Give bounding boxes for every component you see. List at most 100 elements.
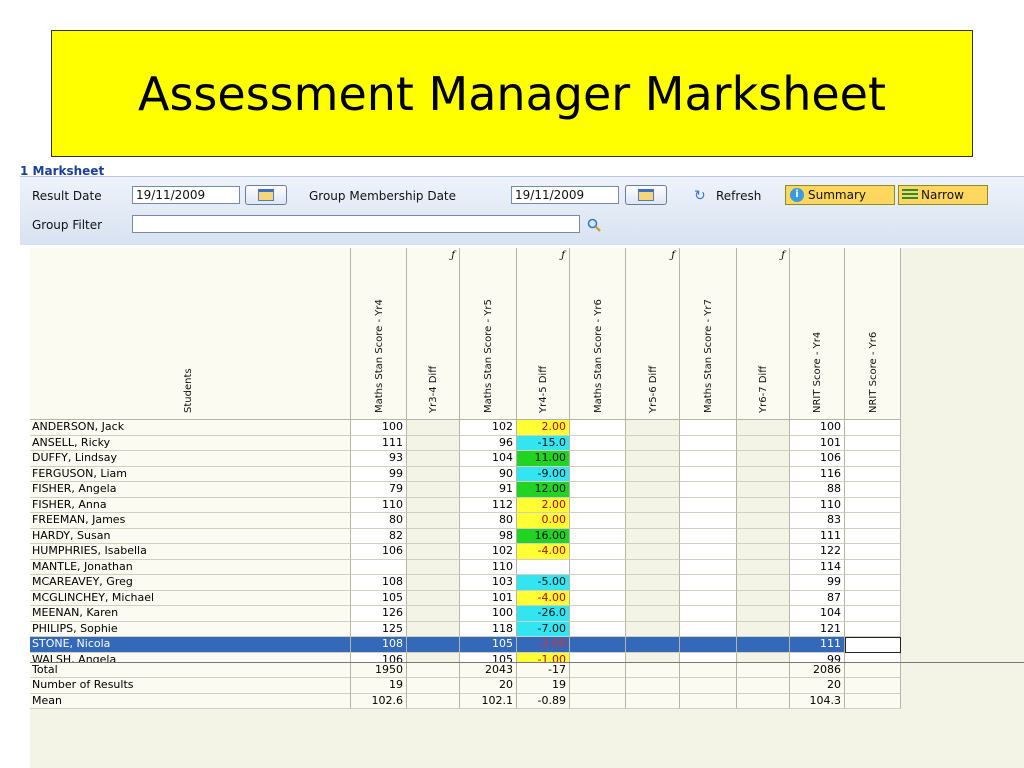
table-cell: 96 (460, 435, 517, 451)
table-row[interactable]: PHILIPS, Sophie 125 118 -7.00 121 (30, 621, 1024, 637)
summary-button[interactable]: i Summary (785, 185, 895, 205)
diff-cell: -5.00 (517, 575, 570, 591)
result-date-field[interactable]: 19/11/2009 (132, 186, 240, 204)
group-membership-calendar-button[interactable] (625, 185, 667, 205)
diff-cell: -3.00 (517, 637, 570, 653)
table-cell: 106 (351, 544, 407, 560)
table-cell (845, 662, 901, 678)
column-header[interactable]: Maths Stan Score - Yr6 (570, 248, 626, 420)
table-cell (407, 652, 460, 662)
column-header[interactable]: Yr6-7 Diff ƒ (737, 248, 790, 420)
table-row[interactable]: ANDERSON, Jack 100 102 2.00 100 (30, 420, 1024, 436)
table-cell (626, 662, 680, 678)
table-cell (680, 497, 737, 513)
table-row[interactable]: DUFFY, Lindsay 93 104 11.00 106 (30, 451, 1024, 467)
student-name-cell: ANSELL, Ricky (30, 435, 351, 451)
table-row[interactable]: HUMPHRIES, Isabella 106 102 -4.00 122 (30, 544, 1024, 560)
group-filter-field[interactable] (132, 215, 580, 233)
narrow-button[interactable]: Narrow (898, 185, 988, 205)
table-cell (626, 621, 680, 637)
student-name-cell: ANDERSON, Jack (30, 420, 351, 436)
column-header[interactable]: Maths Stan Score - Yr5 (460, 248, 517, 420)
table-cell (626, 575, 680, 591)
table-cell (737, 590, 790, 606)
totals-label-cell: Total (30, 662, 351, 678)
result-date-calendar-button[interactable] (245, 185, 287, 205)
column-header[interactable]: NRIT Score - Yr6 (845, 248, 901, 420)
table-cell (407, 466, 460, 482)
table-row[interactable]: MANTLE, Jonathan 110 114 (30, 559, 1024, 575)
table-cell (845, 544, 901, 560)
table-cell (626, 451, 680, 467)
table-cell: 2043 (460, 662, 517, 678)
column-header[interactable]: Maths Stan Score - Yr7 (680, 248, 737, 420)
table-row[interactable]: MEENAN, Karen 126 100 -26.0 104 (30, 606, 1024, 622)
table-cell (737, 513, 790, 529)
refresh-button[interactable]: ↻ Refresh (694, 188, 761, 204)
table-row[interactable]: MCAREAVEY, Greg 108 103 -5.00 99 (30, 575, 1024, 591)
table-cell (626, 420, 680, 436)
table-cell: 87 (790, 590, 845, 606)
table-cell (680, 435, 737, 451)
column-header[interactable]: Yr5-6 Diff ƒ (626, 248, 680, 420)
table-row[interactable]: FISHER, Angela 79 91 12.00 88 (30, 482, 1024, 498)
table-cell: 108 (351, 575, 407, 591)
table-cell: 116 (790, 466, 845, 482)
totals-label-cell: Mean (30, 693, 351, 709)
table-cell (737, 575, 790, 591)
column-header[interactable]: Yr4-5 Diff ƒ (517, 248, 570, 420)
table-cell: 80 (351, 513, 407, 529)
table-row[interactable]: FERGUSON, Liam 99 90 -9.00 116 (30, 466, 1024, 482)
column-header-label: Maths Stan Score - Yr6 (592, 299, 604, 413)
table-cell (570, 544, 626, 560)
student-name-cell: MCGLINCHEY, Michael (30, 590, 351, 606)
table-row[interactable]: WALSH, Angela 106 105 -1.00 99 (30, 652, 1024, 662)
table-cell (737, 652, 790, 662)
table-row[interactable]: ANSELL, Ricky 111 96 -15.0 101 (30, 435, 1024, 451)
table-cell (570, 451, 626, 467)
table-cell (680, 420, 737, 436)
table-row[interactable]: FREEMAN, James 80 80 0.00 83 (30, 513, 1024, 529)
table-cell (737, 482, 790, 498)
table-cell: 104 (460, 451, 517, 467)
table-row[interactable]: HARDY, Susan 82 98 16.00 111 (30, 528, 1024, 544)
column-header[interactable]: NRIT Score - Yr4 (790, 248, 845, 420)
table-cell: -0.89 (517, 693, 570, 709)
table-row[interactable]: STONE, Nicola 108 105 -3.00 111 (30, 637, 1024, 653)
table-cell (407, 606, 460, 622)
group-membership-date-label: Group Membership Date (309, 189, 457, 203)
group-filter-label: Group Filter (32, 218, 103, 232)
table-cell: 102.6 (351, 693, 407, 709)
table-cell (626, 637, 680, 653)
table-cell (680, 482, 737, 498)
table-cell (845, 637, 901, 653)
table-row[interactable]: FISHER, Anna 110 112 2.00 110 (30, 497, 1024, 513)
table-cell (737, 497, 790, 513)
student-name-cell: MCAREAVEY, Greg (30, 575, 351, 591)
table-cell (407, 544, 460, 560)
student-name-cell: FISHER, Angela (30, 482, 351, 498)
table-cell: 122 (790, 544, 845, 560)
table-cell (737, 528, 790, 544)
table-cell (680, 693, 737, 709)
table-cell (570, 482, 626, 498)
table-cell: 93 (351, 451, 407, 467)
table-cell (680, 621, 737, 637)
table-cell: -17 (517, 662, 570, 678)
column-header[interactable]: Students (30, 248, 351, 420)
table-cell (626, 466, 680, 482)
table-cell: 110 (351, 497, 407, 513)
student-name-cell: MEENAN, Karen (30, 606, 351, 622)
search-icon[interactable] (587, 218, 601, 232)
refresh-icon: ↻ (694, 188, 706, 204)
result-date-label: Result Date (32, 189, 102, 203)
table-cell: 121 (790, 621, 845, 637)
column-header[interactable]: Yr3-4 Diff ƒ (407, 248, 460, 420)
student-name-cell: DUFFY, Lindsay (30, 451, 351, 467)
column-header-label: NRIT Score - Yr4 (812, 331, 823, 413)
table-cell (737, 544, 790, 560)
column-header[interactable]: Maths Stan Score - Yr4 (351, 248, 407, 420)
group-membership-date-field[interactable]: 19/11/2009 (511, 186, 619, 204)
table-row[interactable]: MCGLINCHEY, Michael 105 101 -4.00 87 (30, 590, 1024, 606)
table-cell (570, 652, 626, 662)
